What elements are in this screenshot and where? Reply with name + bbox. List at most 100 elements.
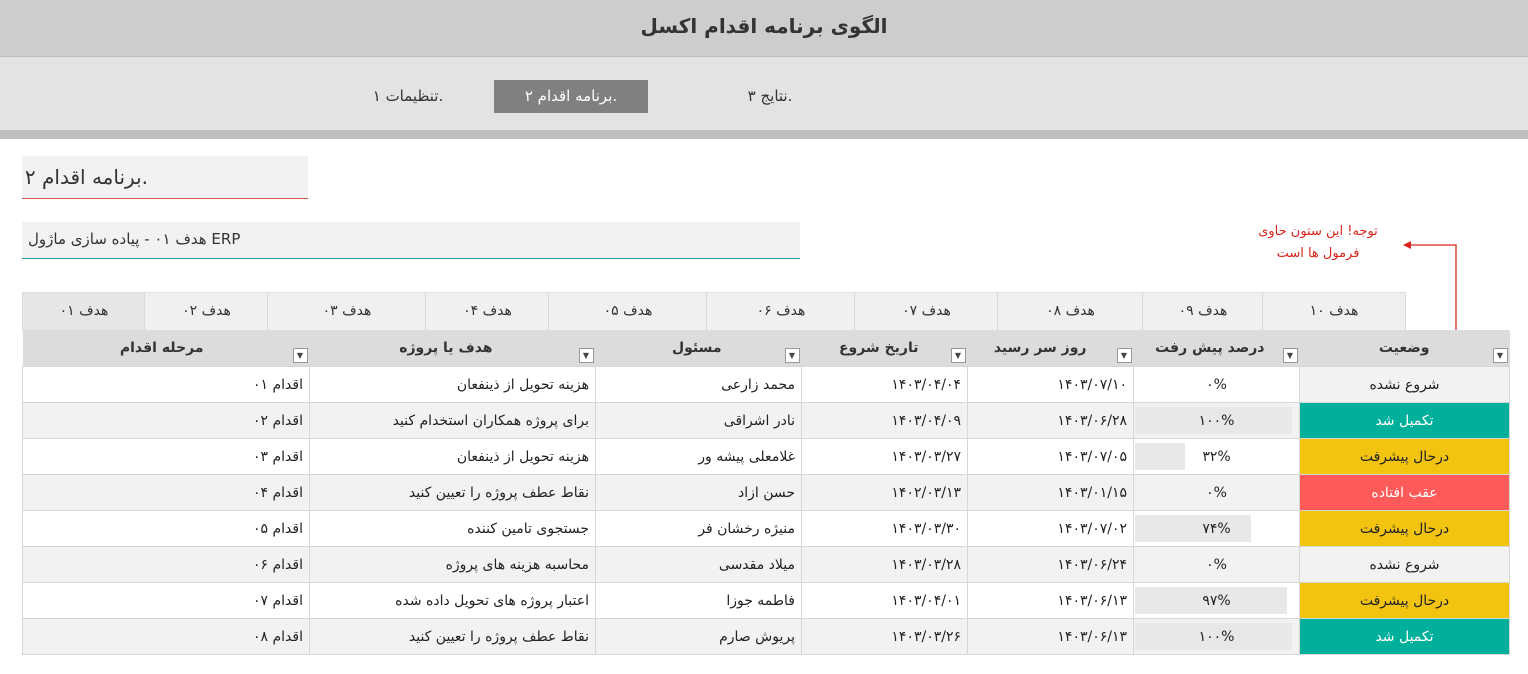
- cell-goal[interactable]: برای پروژه همکاران استخدام کنید: [309, 402, 596, 439]
- cell-due[interactable]: ۱۴۰۳/۰۷/۰۵: [967, 438, 1134, 475]
- tab-goal-01[interactable]: هدف ۰۱: [22, 292, 145, 331]
- cell-progress[interactable]: ۰%: [1133, 474, 1300, 511]
- tab-goal-09[interactable]: هدف ۰۹: [1142, 292, 1263, 330]
- cell-owner[interactable]: پریوش صارم: [595, 618, 802, 655]
- goal-label: هدف ۰۱ - پیاده سازی ماژول ERP: [28, 230, 241, 248]
- cell-due[interactable]: ۱۴۰۳/۰۷/۰۲: [967, 510, 1134, 547]
- cell-due[interactable]: ۱۴۰۳/۰۶/۲۴: [967, 546, 1134, 583]
- cell-due[interactable]: ۱۴۰۳/۰۶/۲۸: [967, 402, 1134, 439]
- filter-dropdown-icon[interactable]: ▼: [1116, 348, 1132, 363]
- cell-start[interactable]: ۱۴۰۲/۰۳/۱۳: [801, 474, 968, 511]
- tab-goal-10[interactable]: هدف ۱۰: [1262, 292, 1406, 330]
- nav-results-button[interactable]: نتایج ۳.: [700, 80, 840, 113]
- cell-progress[interactable]: ۱۰۰%: [1133, 402, 1300, 439]
- filter-dropdown-icon[interactable]: ▼: [292, 348, 308, 363]
- filter-dropdown-icon[interactable]: ▼: [784, 348, 800, 363]
- cell-step[interactable]: اقدام ۰۳: [22, 438, 310, 475]
- cell-start[interactable]: ۱۴۰۳/۰۴/۰۴: [801, 366, 968, 403]
- cell-goal[interactable]: محاسبه هزینه های پروژه: [309, 546, 596, 583]
- cell-start[interactable]: ۱۴۰۳/۰۳/۲۸: [801, 546, 968, 583]
- col-step-header: مرحله اقدام ▼: [22, 330, 310, 367]
- progress-label: ۳۲%: [1202, 448, 1231, 465]
- status-badge: درحال پیشرفت: [1299, 510, 1510, 547]
- cell-progress[interactable]: ۱۰۰%: [1133, 618, 1300, 655]
- tab-goal-08[interactable]: هدف ۰۸: [997, 292, 1143, 330]
- cell-step[interactable]: اقدام ۰۸: [22, 618, 310, 655]
- progress-label: ۰%: [1206, 484, 1227, 501]
- table-row: اقدام ۰۳ هزینه تحویل از ذینفعان غلامعلی پی…: [22, 438, 1510, 475]
- nav-settings-button[interactable]: تنظیمات ۱.: [343, 80, 473, 113]
- table-row: اقدام ۰۴ نقاط عطف پروژه را تعیین کنید حسن …: [22, 474, 1510, 511]
- progress-label: ۰%: [1206, 376, 1227, 393]
- goal-field[interactable]: هدف ۰۱ - پیاده سازی ماژول ERP: [22, 222, 800, 259]
- tab-goal-02[interactable]: هدف ۰۲: [144, 292, 268, 330]
- col-start-header: تاریخ شروع ▼: [801, 330, 968, 367]
- tab-goal-07[interactable]: هدف ۰۷: [854, 292, 998, 330]
- status-badge: عقب افتاده: [1299, 474, 1510, 511]
- table-row: اقدام ۰۸ نقاط عطف پروژه را تعیین کنید پریو…: [22, 618, 1510, 655]
- tab-goal-04[interactable]: هدف ۰۴: [425, 292, 549, 330]
- cell-step[interactable]: اقدام ۰۱: [22, 366, 310, 403]
- nav-divider: [0, 130, 1528, 139]
- cell-step[interactable]: اقدام ۰۶: [22, 546, 310, 583]
- cell-owner[interactable]: حسن ازاد: [595, 474, 802, 511]
- cell-owner[interactable]: غلامعلی پیشه ور: [595, 438, 802, 475]
- cell-goal[interactable]: جستجوی تامین کننده: [309, 510, 596, 547]
- progress-label: ۱۰۰%: [1198, 412, 1235, 429]
- cell-start[interactable]: ۱۴۰۳/۰۳/۲۷: [801, 438, 968, 475]
- col-goal-header: هدف یا پروژه ▼: [309, 330, 596, 367]
- app-title: الگوی برنامه اقدام اکسل: [640, 14, 888, 38]
- col-progress-header: درصد پیش رفت ▼: [1133, 330, 1300, 367]
- cell-due[interactable]: ۱۴۰۳/۰۱/۱۵: [967, 474, 1134, 511]
- table-row: اقدام ۰۷ اعتبار پروژه های تحویل داده شده ف…: [22, 582, 1510, 619]
- cell-progress[interactable]: ۷۴%: [1133, 510, 1300, 547]
- status-badge: درحال پیشرفت: [1299, 582, 1510, 619]
- note-line-1: توجه! این ستون حاوی: [1258, 224, 1378, 239]
- cell-goal[interactable]: اعتبار پروژه های تحویل داده شده: [309, 582, 596, 619]
- cell-goal[interactable]: هزینه تحویل از ذینفعان: [309, 366, 596, 403]
- cell-start[interactable]: ۱۴۰۳/۰۳/۳۰: [801, 510, 968, 547]
- tab-goal-06[interactable]: هدف ۰۶: [706, 292, 855, 330]
- table-row: اقدام ۰۲ برای پروژه همکاران استخدام کنید ن…: [22, 402, 1510, 439]
- cell-owner[interactable]: محمد زارعی: [595, 366, 802, 403]
- filter-dropdown-icon[interactable]: ▼: [950, 348, 966, 363]
- col-owner-header: مسئول ▼: [595, 330, 802, 367]
- nav-plan-button[interactable]: برنامه اقدام ۲.: [494, 80, 648, 113]
- header-row: مرحله اقدام ▼ هدف یا پروژه ▼ مسئول ▼ تاریخ …: [22, 330, 1510, 367]
- cell-progress[interactable]: ۹۷%: [1133, 582, 1300, 619]
- cell-step[interactable]: اقدام ۰۵: [22, 510, 310, 547]
- cell-due[interactable]: ۱۴۰۳/۰۶/۱۳: [967, 618, 1134, 655]
- table-row: اقدام ۰۶ محاسبه هزینه های پروژه میلاد مقدس…: [22, 546, 1510, 583]
- cell-owner[interactable]: میلاد مقدسی: [595, 546, 802, 583]
- progress-bar: [1135, 515, 1251, 542]
- filter-dropdown-icon[interactable]: ▼: [578, 348, 594, 363]
- cell-start[interactable]: ۱۴۰۳/۰۴/۰۱: [801, 582, 968, 619]
- col-due-header: روز سر رسید ▼: [967, 330, 1134, 367]
- cell-progress[interactable]: ۰%: [1133, 546, 1300, 583]
- cell-start[interactable]: ۱۴۰۳/۰۳/۲۶: [801, 618, 968, 655]
- cell-step[interactable]: اقدام ۰۲: [22, 402, 310, 439]
- filter-dropdown-icon[interactable]: ▼: [1282, 348, 1298, 363]
- section-title: برنامه اقدام ۲.: [24, 165, 148, 189]
- progress-label: ۷۴%: [1202, 520, 1231, 537]
- cell-due[interactable]: ۱۴۰۳/۰۶/۱۳: [967, 582, 1134, 619]
- cell-goal[interactable]: نقاط عطف پروژه را تعیین کنید: [309, 618, 596, 655]
- cell-goal[interactable]: هزینه تحویل از ذینفعان: [309, 438, 596, 475]
- action-plan-table: مرحله اقدام ▼ هدف یا پروژه ▼ مسئول ▼ تاریخ …: [22, 330, 1510, 655]
- col-status-header: وضعیت ▼: [1299, 330, 1510, 367]
- status-badge: شروع نشده: [1299, 366, 1510, 403]
- cell-progress[interactable]: ۳۲%: [1133, 438, 1300, 475]
- tab-goal-03[interactable]: هدف ۰۳: [267, 292, 426, 330]
- cell-owner[interactable]: نادر اشراقی: [595, 402, 802, 439]
- status-badge: درحال پیشرفت: [1299, 438, 1510, 475]
- cell-progress[interactable]: ۰%: [1133, 366, 1300, 403]
- cell-goal[interactable]: نقاط عطف پروژه را تعیین کنید: [309, 474, 596, 511]
- cell-step[interactable]: اقدام ۰۴: [22, 474, 310, 511]
- cell-start[interactable]: ۱۴۰۳/۰۴/۰۹: [801, 402, 968, 439]
- tab-goal-05[interactable]: هدف ۰۵: [548, 292, 707, 330]
- filter-dropdown-icon[interactable]: ▼: [1492, 348, 1508, 363]
- cell-step[interactable]: اقدام ۰۷: [22, 582, 310, 619]
- cell-owner[interactable]: منیژه رخشان فر: [595, 510, 802, 547]
- cell-due[interactable]: ۱۴۰۳/۰۷/۱۰: [967, 366, 1134, 403]
- cell-owner[interactable]: فاطمه جوزا: [595, 582, 802, 619]
